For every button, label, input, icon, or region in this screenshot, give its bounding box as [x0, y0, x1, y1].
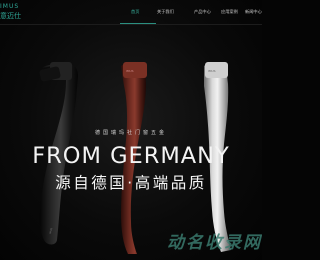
hero-tagline: 德国瑞玛社门窗五金 [94, 130, 167, 136]
svg-text:IMUS: IMUS [126, 69, 134, 73]
hero-subheadline: 源自德国·高端品质 [55, 174, 207, 192]
site-header: IMUS 意迈仕 首页 关于我们 产品中心 应用案例 新闻中心 [0, 0, 262, 25]
watermark: 动名收录网 [167, 233, 262, 253]
nav-item-cases[interactable]: 应用案例 [221, 9, 238, 15]
logo-wordmark: IMUS [0, 3, 20, 10]
page: IMUS IMUS IMUS IMUS 意迈仕 首页 关于我们 产品中心 应用案… [0, 0, 262, 260]
brand-logo[interactable]: IMUS 意迈仕 [0, 3, 34, 21]
nav-item-home[interactable]: 首页 [131, 9, 139, 15]
nav-item-news[interactable]: 新闻中心 [245, 9, 262, 15]
nav-item-about[interactable]: 关于我们 [157, 9, 174, 15]
hero-headline: FROM GERMANY [32, 143, 230, 169]
nav-item-products[interactable]: 产品中心 [194, 9, 211, 15]
logo-chinese-name: 意迈仕 [0, 12, 21, 20]
header-divider [0, 24, 262, 25]
svg-text:IMUS: IMUS [208, 69, 216, 73]
